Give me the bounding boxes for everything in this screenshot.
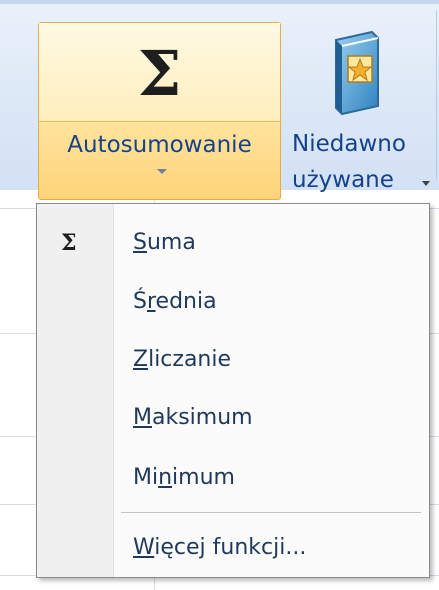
menu-item-label: Maksimum <box>133 405 253 430</box>
menu-item-wiecej-funkcji[interactable]: Więcej funkcji... <box>39 523 427 573</box>
autosum-dropdown-menu: Σ Suma Średnia Zliczanie Maksimum Minimu… <box>36 203 430 578</box>
menu-item-minimum[interactable]: Minimum <box>39 453 427 503</box>
sigma-icon: Σ <box>137 37 182 110</box>
sigma-icon: Σ <box>61 230 77 256</box>
recently-used-button[interactable]: Niedawno używane <box>286 22 436 200</box>
menu-item-label: Suma <box>133 230 196 255</box>
recently-used-label-line1: Niedawno <box>292 131 406 157</box>
menu-separator <box>121 512 421 513</box>
menu-item-label: Średnia <box>133 289 217 314</box>
menu-item-srednia[interactable]: Średnia <box>39 277 427 327</box>
recently-used-label-line2: używane <box>292 167 394 193</box>
menu-item-suma[interactable]: Σ Suma <box>39 218 427 268</box>
autosum-button[interactable]: Σ Autosumowanie <box>38 22 281 200</box>
dropdown-arrow-icon[interactable] <box>422 181 430 186</box>
menu-item-label: Minimum <box>133 465 235 490</box>
dropdown-arrow-icon[interactable] <box>157 169 167 174</box>
menu-item-maksimum[interactable]: Maksimum <box>39 393 427 443</box>
autosum-label: Autosumowanie <box>67 132 252 158</box>
menu-item-label: Zliczanie <box>133 347 232 372</box>
book-star-icon <box>335 30 379 116</box>
ribbon-group-separator <box>436 10 437 180</box>
ribbon-top-border <box>0 0 439 4</box>
menu-item-zliczanie[interactable]: Zliczanie <box>39 335 427 385</box>
menu-item-label: Więcej funkcji... <box>133 535 307 560</box>
